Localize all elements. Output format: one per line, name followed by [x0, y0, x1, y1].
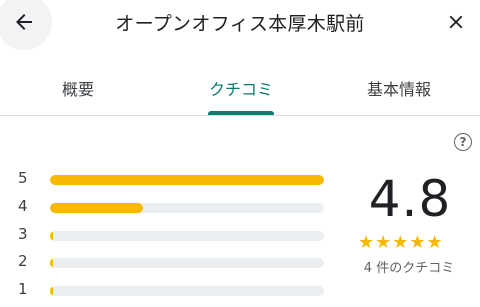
- tab-bar: 概要 クチコミ 基本情報: [0, 60, 480, 116]
- close-button[interactable]: [442, 8, 470, 36]
- header: オープンオフィス本厚木駅前: [0, 0, 480, 50]
- tab-overview[interactable]: 概要: [18, 76, 138, 100]
- rating-row-4[interactable]: 4: [0, 197, 340, 215]
- close-icon: [449, 15, 463, 29]
- rating-bar-fill: [50, 175, 324, 185]
- rating-bar-track: [50, 286, 324, 296]
- star-rating-icon: ★★★★★: [358, 232, 444, 253]
- help-icon[interactable]: ?: [454, 133, 472, 151]
- tab-reviews[interactable]: クチコミ: [181, 76, 301, 100]
- rating-row-label: 3: [18, 225, 28, 243]
- rating-row-1[interactable]: 1: [0, 280, 340, 298]
- rating-row-label: 5: [18, 169, 28, 187]
- rating-bar-fill: [50, 286, 53, 296]
- rating-bar-track: [50, 203, 324, 213]
- rating-row-label: 2: [18, 252, 28, 270]
- review-count[interactable]: 4 件のクチコミ: [356, 257, 462, 276]
- rating-bar-track: [50, 175, 324, 185]
- rating-bar-fill: [50, 203, 144, 213]
- average-rating: 4.8: [368, 170, 452, 228]
- rating-bar-fill: [50, 231, 53, 241]
- rating-row-5[interactable]: 5: [0, 169, 340, 187]
- rating-row-3[interactable]: 3: [0, 225, 340, 243]
- rating-bar-track: [50, 258, 324, 268]
- divider: [0, 115, 480, 116]
- rating-row-2[interactable]: 2: [0, 252, 340, 270]
- tab-info[interactable]: 基本情報: [339, 76, 459, 100]
- page-title: オープンオフィス本厚木駅前: [115, 13, 365, 35]
- rating-row-label: 4: [18, 197, 28, 215]
- rating-bar-fill: [50, 258, 53, 268]
- rating-bar-track: [50, 231, 324, 241]
- rating-row-label: 1: [18, 280, 28, 298]
